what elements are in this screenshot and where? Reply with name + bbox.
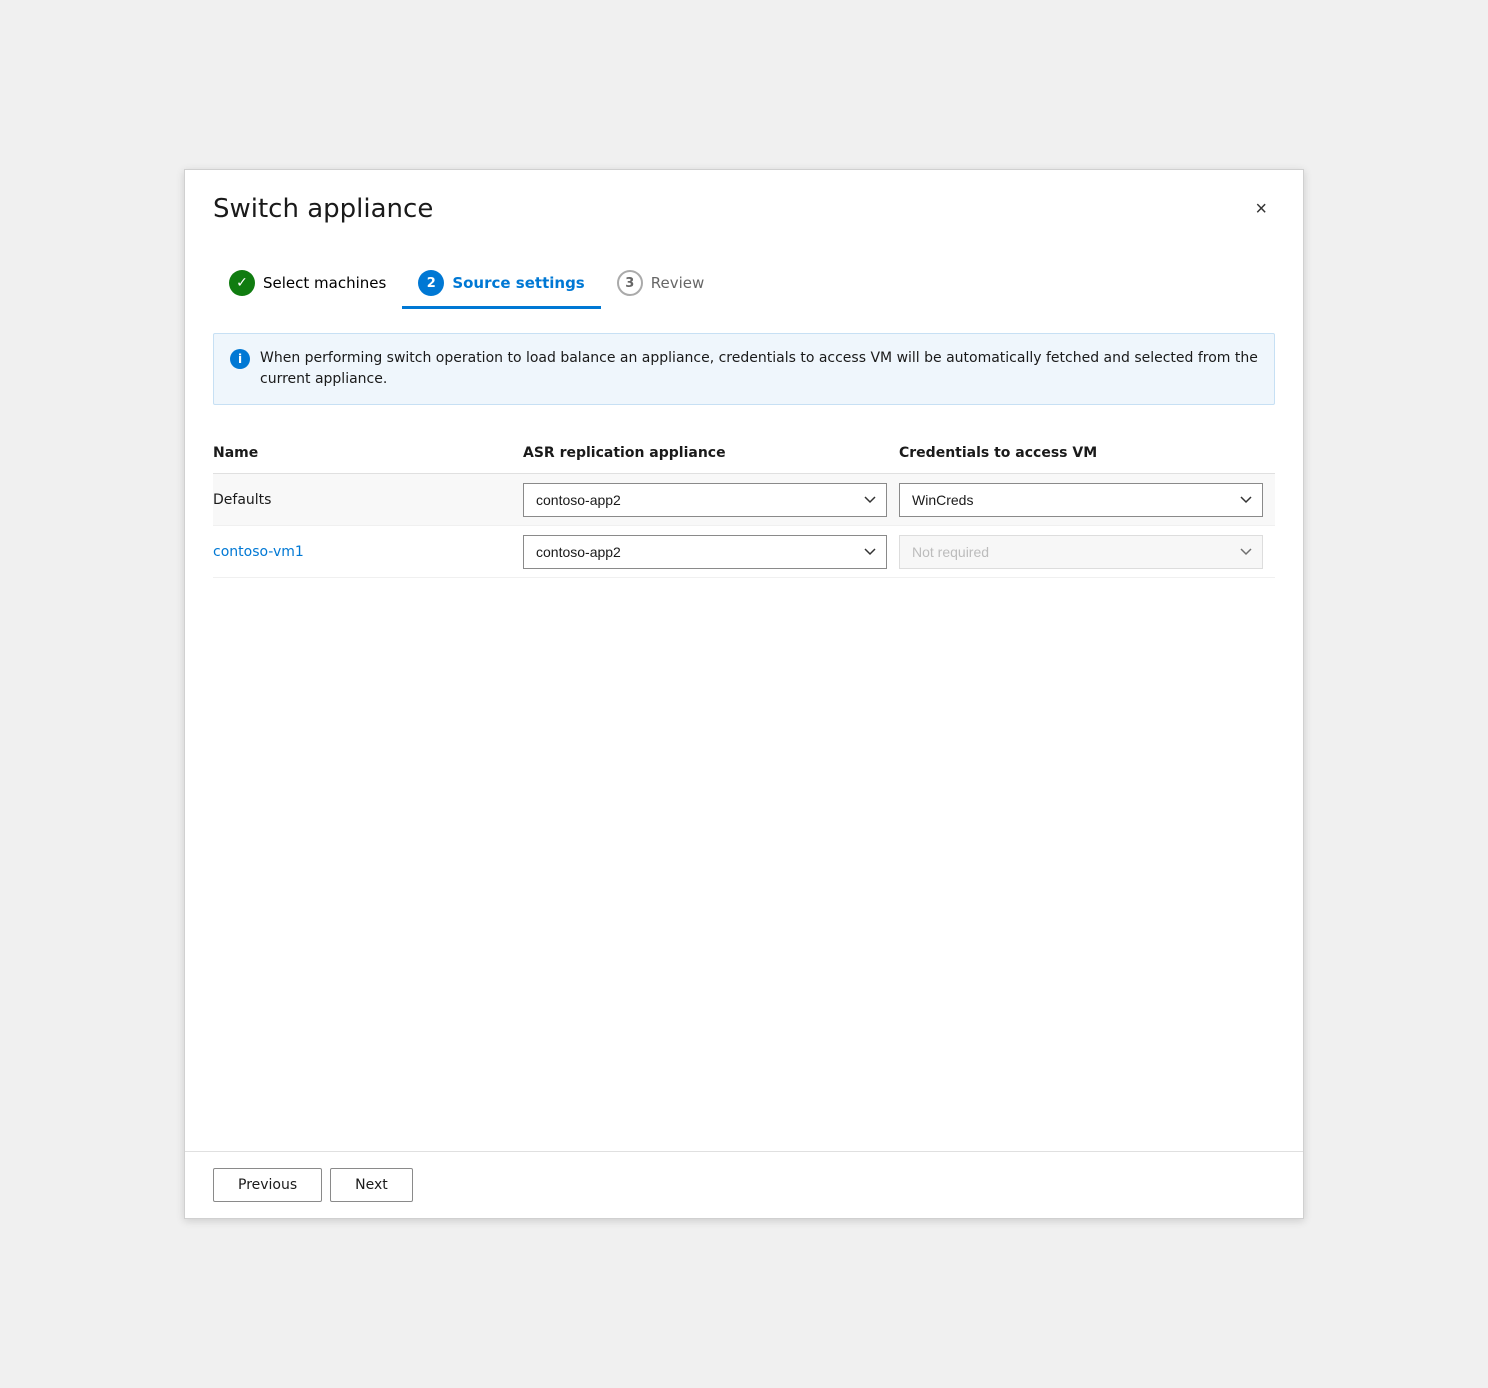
credentials-select-vm1: Not required [899,535,1263,569]
row-defaults-name: Defaults [213,492,523,508]
checkmark-icon [236,275,248,291]
step-1-circle [229,270,255,296]
switch-appliance-dialog: Switch appliance × Select machines 2 Sou… [184,169,1304,1219]
dialog-body: Select machines 2 Source settings 3 Revi… [185,240,1303,1151]
dialog-title: Switch appliance [213,194,433,224]
step-3-label: Review [651,274,705,292]
step-3-number: 3 [625,276,634,291]
credentials-select-defaults[interactable]: WinCreds [899,483,1263,517]
info-text: When performing switch operation to load… [260,348,1258,390]
asr-appliance-select-defaults[interactable]: contoso-app2 [523,483,887,517]
col-header-asr: ASR replication appliance [523,441,899,465]
step-2-label: Source settings [452,274,584,292]
col-header-name: Name [213,441,523,465]
col-header-credentials: Credentials to access VM [899,441,1275,465]
stepper: Select machines 2 Source settings 3 Revi… [213,260,1275,309]
table-section: Name ASR replication appliance Credentia… [213,433,1275,1151]
step-source-settings[interactable]: 2 Source settings [402,260,600,309]
close-button[interactable]: × [1247,195,1275,223]
step-review[interactable]: 3 Review [601,260,721,309]
next-button[interactable]: Next [330,1168,413,1202]
row-vm1-name: contoso-vm1 [213,544,523,560]
dialog-header: Switch appliance × [185,170,1303,240]
table-row-vm1: contoso-vm1 contoso-app2 Not required [213,526,1275,578]
row-defaults-asr-dropdown: contoso-app2 [523,483,899,517]
step-2-number: 2 [427,276,436,291]
table-header: Name ASR replication appliance Credentia… [213,433,1275,474]
step-1-label: Select machines [263,274,386,292]
step-3-circle: 3 [617,270,643,296]
row-vm1-asr-dropdown: contoso-app2 [523,535,899,569]
step-select-machines[interactable]: Select machines [213,260,402,309]
info-icon: i [230,349,250,369]
previous-button[interactable]: Previous [213,1168,322,1202]
row-defaults-credentials-dropdown: WinCreds [899,483,1275,517]
dialog-footer: Previous Next [185,1151,1303,1218]
step-2-circle: 2 [418,270,444,296]
row-vm1-credentials-dropdown: Not required [899,535,1275,569]
table-row-defaults: Defaults contoso-app2 WinCreds [213,474,1275,526]
info-banner: i When performing switch operation to lo… [213,333,1275,405]
asr-appliance-select-vm1[interactable]: contoso-app2 [523,535,887,569]
